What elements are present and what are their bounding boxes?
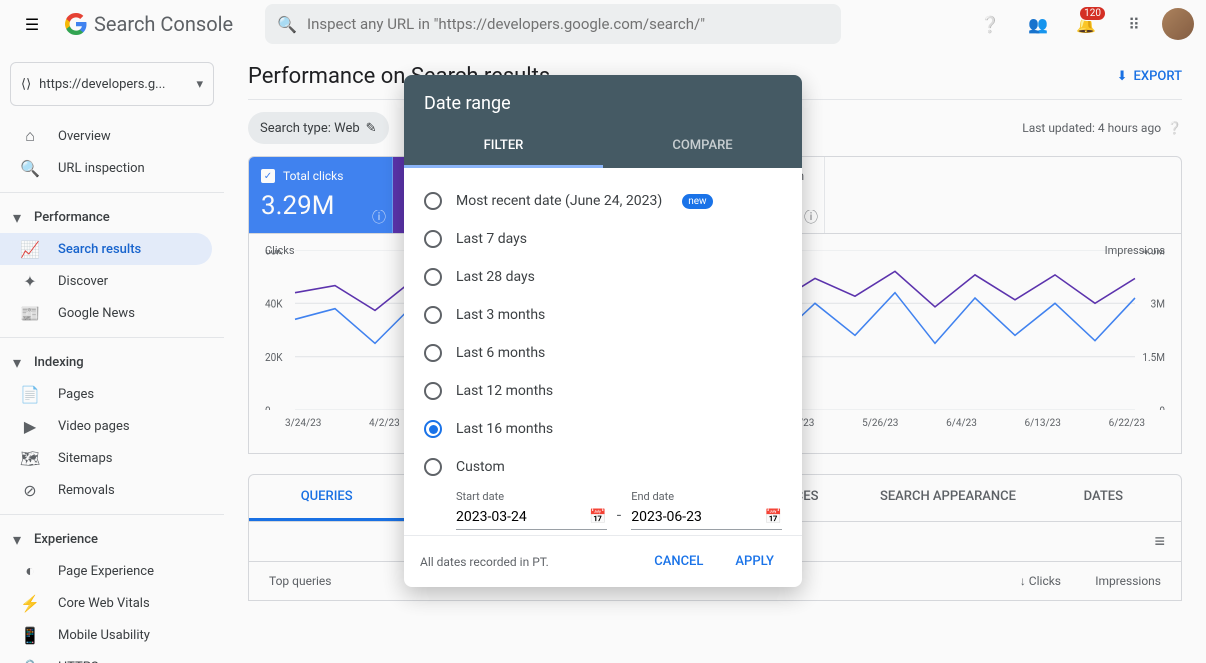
radio-icon [424, 306, 442, 324]
radio-3-months[interactable]: Last 3 months [424, 296, 782, 334]
modal-tab-filter[interactable]: FILTER [404, 126, 603, 168]
radio-label: Last 12 months [456, 383, 553, 399]
end-date-label: End date [631, 490, 782, 503]
modal-tab-compare[interactable]: COMPARE [603, 126, 802, 168]
radio-icon [424, 192, 442, 210]
radio-label: Last 6 months [456, 345, 545, 361]
radio-7-days[interactable]: Last 7 days [424, 220, 782, 258]
radio-label: Last 3 months [456, 307, 545, 323]
modal-footer: All dates recorded in PT. CANCEL APPLY [404, 535, 802, 587]
date-range-modal: Date range FILTER COMPARE Most recent da… [404, 75, 802, 587]
radio-icon [424, 230, 442, 248]
modal-tabs: FILTER COMPARE [404, 126, 802, 168]
radio-icon [424, 382, 442, 400]
start-date-field[interactable]: Start date 2023-03-24📅 [456, 490, 607, 530]
modal-title: Date range [404, 75, 802, 126]
radio-label: Most recent date (June 24, 2023) [456, 193, 662, 209]
radio-12-months[interactable]: Last 12 months [424, 372, 782, 410]
radio-icon [424, 268, 442, 286]
calendar-icon[interactable]: 📅 [589, 509, 606, 525]
modal-buttons: CANCEL APPLY [642, 546, 786, 577]
radio-icon [424, 458, 442, 476]
dash: - [617, 505, 621, 530]
modal-header: Date range FILTER COMPARE [404, 75, 802, 168]
start-date-value: 2023-03-24 [456, 509, 589, 525]
radio-label: Last 16 months [456, 421, 553, 437]
radio-16-months[interactable]: Last 16 months [424, 410, 782, 448]
radio-on-icon [424, 420, 442, 438]
apply-button[interactable]: APPLY [723, 546, 786, 577]
radio-label: Last 7 days [456, 231, 527, 247]
new-badge: new [682, 194, 712, 209]
footnote: All dates recorded in PT. [420, 555, 549, 569]
radio-custom[interactable]: Custom [424, 448, 782, 486]
radio-6-months[interactable]: Last 6 months [424, 334, 782, 372]
radio-list: Most recent date (June 24, 2023) new Last… [404, 168, 802, 535]
radio-28-days[interactable]: Last 28 days [424, 258, 782, 296]
radio-label: Custom [456, 459, 505, 475]
radio-icon [424, 344, 442, 362]
calendar-icon[interactable]: 📅 [765, 509, 782, 525]
custom-date-row: Start date 2023-03-24📅 - End date 2023-0… [424, 486, 782, 535]
start-date-label: Start date [456, 490, 607, 503]
cancel-button[interactable]: CANCEL [642, 546, 715, 577]
radio-most-recent[interactable]: Most recent date (June 24, 2023) new [424, 182, 782, 220]
radio-label: Last 28 days [456, 269, 535, 285]
end-date-field[interactable]: End date 2023-06-23📅 [631, 490, 782, 530]
end-date-value: 2023-06-23 [631, 509, 764, 525]
modal-backdrop: Date range FILTER COMPARE Most recent da… [0, 0, 1206, 663]
